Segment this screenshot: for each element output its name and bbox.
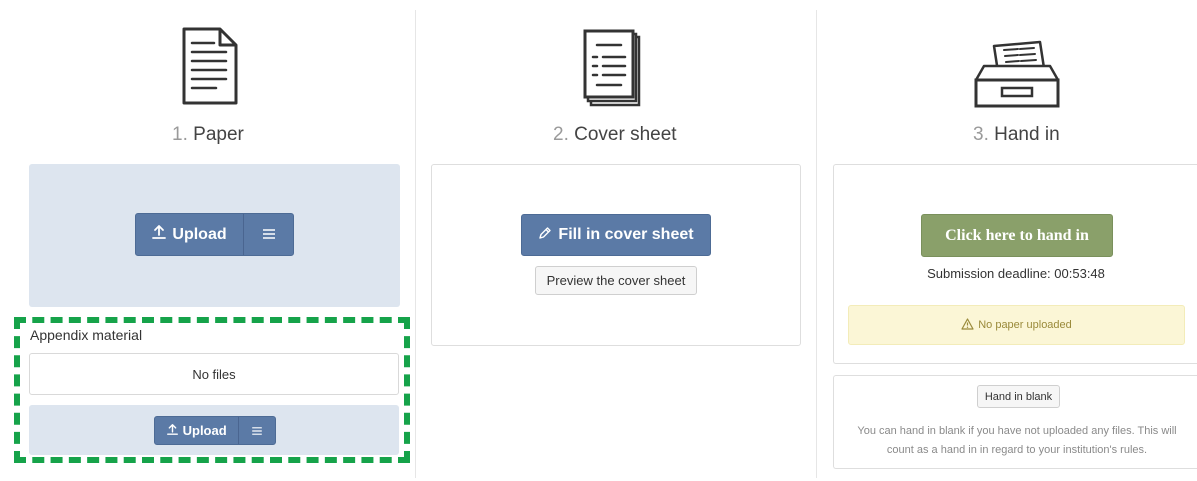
pencil-icon: [538, 226, 552, 245]
fill-in-cover-sheet-button[interactable]: Fill in cover sheet: [521, 214, 711, 256]
hand-in-blank-button[interactable]: Hand in blank: [977, 385, 1060, 408]
hamburger-menu-icon: [252, 423, 262, 438]
step-label: Hand in: [994, 124, 1060, 145]
step-label: Paper: [193, 124, 244, 145]
paper-document-icon: [180, 25, 240, 107]
no-paper-warning: No paper uploaded: [848, 305, 1185, 345]
step-label: Cover sheet: [574, 124, 677, 145]
appendix-upload-button-group: Upload: [154, 416, 276, 445]
warning-text: No paper uploaded: [978, 319, 1072, 331]
paper-upload-button-group: Upload: [135, 213, 294, 256]
preview-label: Preview the cover sheet: [546, 273, 686, 288]
column-divider: [415, 10, 416, 478]
appendix-file-list: No files: [29, 353, 399, 395]
step-number: 1.: [172, 124, 188, 145]
paper-upload-menu-button[interactable]: [243, 214, 293, 255]
upload-label: Upload: [182, 423, 227, 438]
preview-cover-sheet-button[interactable]: Preview the cover sheet: [535, 266, 697, 295]
paper-upload-button[interactable]: Upload: [136, 214, 243, 255]
column-divider: [816, 10, 817, 478]
upload-label: Upload: [172, 225, 227, 243]
submission-deadline: Submission deadline: 00:53:48: [927, 266, 1105, 281]
file-drawer-tray-icon: [972, 40, 1062, 110]
step-number: 3.: [973, 124, 989, 145]
fill-cover-label: Fill in cover sheet: [558, 226, 694, 243]
hand-in-button[interactable]: Click here to hand in: [921, 214, 1113, 257]
hand-in-label: Click here to hand in: [945, 226, 1089, 244]
step-title-paper: 1. Paper: [172, 124, 244, 146]
warning-triangle-icon: [961, 317, 974, 333]
step-title-hand-in: 3. Hand in: [973, 124, 1060, 146]
step-title-cover-sheet: 2. Cover sheet: [553, 124, 677, 146]
appendix-upload-menu-button[interactable]: [238, 417, 275, 444]
upload-arrow-icon: [152, 224, 167, 245]
appendix-upload-button[interactable]: Upload: [155, 417, 238, 444]
upload-arrow-icon: [166, 423, 178, 439]
hamburger-menu-icon: [262, 226, 275, 244]
hand-in-blank-help-text: You can hand in blank if you have not up…: [857, 425, 1177, 456]
appendix-material-label: Appendix material: [30, 327, 143, 343]
step-number: 2.: [553, 124, 569, 145]
hand-in-blank-label: Hand in blank: [984, 390, 1053, 403]
cover-sheet-stack-icon: [583, 27, 647, 109]
no-files-text: No files: [192, 366, 236, 382]
